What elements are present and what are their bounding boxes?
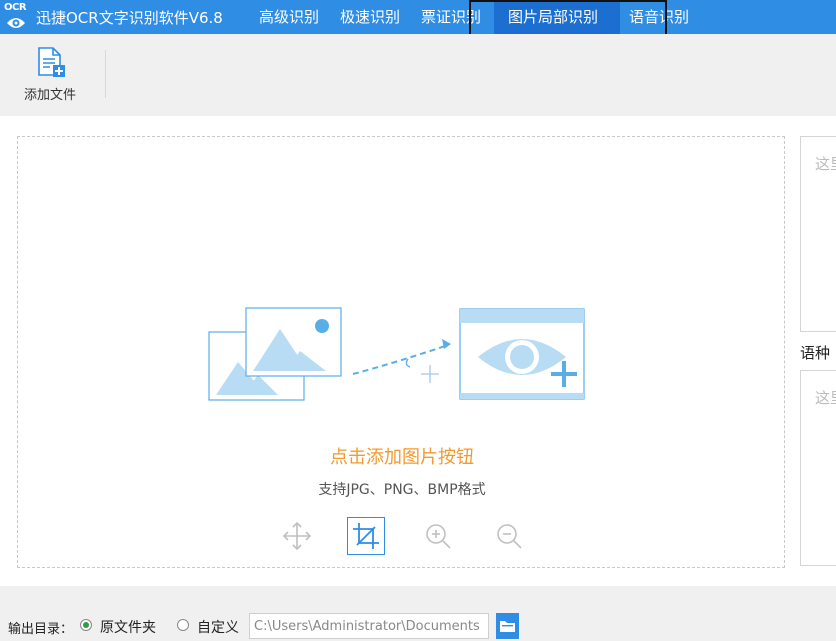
work-area: 点击添加图片按钮 支持JPG、PNG、BMP格式 <box>0 116 836 586</box>
add-file-button[interactable]: 添加文件 <box>14 44 86 104</box>
toolbar: 添加文件 <box>0 34 836 116</box>
output-directory-bar: 输出目录： 原文件夹 自定义 <box>0 606 836 641</box>
browse-folder-button[interactable] <box>496 613 519 639</box>
add-image-illustration <box>208 307 585 401</box>
add-file-icon <box>38 47 65 77</box>
radio-custom-folder-label[interactable]: 自定义 <box>197 617 239 637</box>
add-file-label: 添加文件 <box>23 88 76 103</box>
zoom-in-icon[interactable] <box>419 517 457 555</box>
translation-placeholder: 这里 <box>815 389 836 407</box>
folder-icon <box>500 621 515 632</box>
toolbar-divider <box>105 50 106 98</box>
result-text-area[interactable]: 这里 <box>800 136 836 332</box>
zoom-out-icon[interactable] <box>490 517 528 555</box>
radio-custom-folder[interactable] <box>177 619 189 631</box>
crop-icon[interactable] <box>347 517 385 555</box>
output-directory-label: 输出目录： <box>8 622 74 637</box>
image-drop-zone[interactable]: 点击添加图片按钮 支持JPG、PNG、BMP格式 <box>17 136 785 568</box>
bottom-divider-strip <box>0 586 836 606</box>
output-path-input[interactable] <box>249 613 489 639</box>
drop-zone-title[interactable]: 点击添加图片按钮 <box>18 443 786 469</box>
move-icon[interactable] <box>278 517 316 555</box>
right-result-panel: 这里 语种 这里 <box>800 136 836 586</box>
language-label: 语种 <box>800 344 831 362</box>
radio-original-folder-label[interactable]: 原文件夹 <box>100 617 156 637</box>
radio-original-folder[interactable] <box>80 619 92 631</box>
drop-zone-subtitle: 支持JPG、PNG、BMP格式 <box>318 482 486 498</box>
translation-text-area[interactable]: 这里 <box>800 370 836 566</box>
result-placeholder: 这里 <box>815 155 836 173</box>
